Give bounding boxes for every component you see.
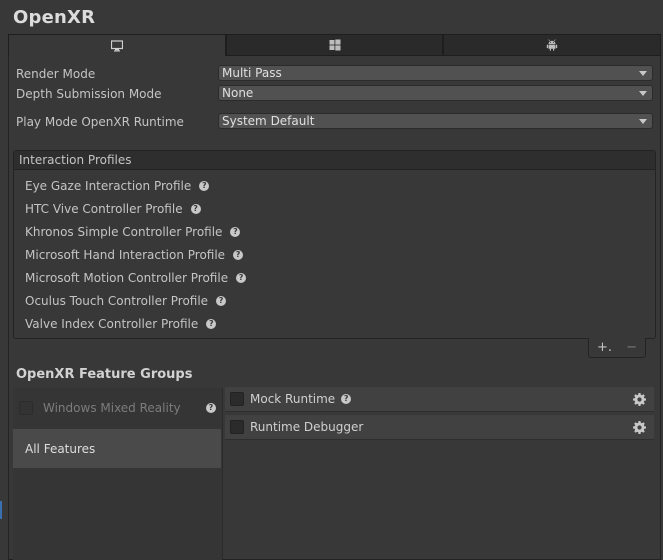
render-mode-label: Render Mode [16, 67, 96, 81]
list-item[interactable]: Microsoft Hand Interaction Profile ? [25, 248, 244, 262]
profile-label: Eye Gaze Interaction Profile [25, 179, 192, 193]
help-icon[interactable]: ? [216, 296, 227, 306]
help-icon[interactable]: ? [190, 204, 201, 214]
mock-runtime-checkbox[interactable] [230, 392, 244, 406]
android-icon [546, 39, 558, 51]
feature-group-item: Windows Mixed Reality ? [13, 396, 222, 420]
help-icon[interactable]: ? [233, 250, 244, 260]
tab-desktop[interactable] [8, 34, 226, 56]
chevron-down-icon [639, 71, 647, 76]
profile-label: Microsoft Hand Interaction Profile [25, 248, 226, 262]
all-features-item[interactable]: All Features [13, 429, 221, 468]
platform-tabs [8, 34, 662, 56]
feature-label: Mock Runtime [250, 392, 336, 406]
selection-edge-marker [0, 501, 2, 519]
gear-icon[interactable] [633, 393, 646, 406]
page-title: OpenXR [13, 7, 96, 28]
list-item[interactable]: HTC Vive Controller Profile ? [25, 202, 201, 216]
feature-row: Mock Runtime ? [225, 387, 654, 412]
list-item[interactable]: Microsoft Motion Controller Profile ? [25, 271, 247, 285]
list-item[interactable]: Valve Index Controller Profile ? [25, 317, 217, 331]
chevron-down-icon [639, 119, 647, 124]
help-icon[interactable]: ? [199, 181, 210, 191]
render-mode-value: Multi Pass [222, 66, 282, 80]
add-button[interactable]: +. [597, 340, 612, 355]
tab-windows[interactable] [225, 34, 444, 56]
profile-label: Oculus Touch Controller Profile [25, 294, 209, 308]
profile-label: Khronos Simple Controller Profile [25, 225, 223, 239]
feature-label: Runtime Debugger [250, 420, 364, 434]
help-icon[interactable]: ? [341, 394, 352, 404]
remove-button[interactable]: − [626, 340, 637, 355]
depth-submission-label: Depth Submission Mode [16, 87, 162, 101]
profile-label: Valve Index Controller Profile [25, 317, 199, 331]
list-item[interactable]: Eye Gaze Interaction Profile ? [25, 179, 210, 193]
feature-groups-title: OpenXR Feature Groups [16, 367, 193, 382]
profile-label: HTC Vive Controller Profile [25, 202, 183, 216]
play-mode-runtime-value: System Default [222, 114, 315, 128]
interaction-profiles-header: Interaction Profiles [14, 151, 655, 170]
play-mode-runtime-dropdown[interactable]: System Default [218, 113, 653, 129]
play-mode-runtime-label: Play Mode OpenXR Runtime [16, 115, 184, 129]
depth-submission-value: None [222, 86, 254, 100]
list-item[interactable]: Oculus Touch Controller Profile ? [25, 294, 227, 308]
help-icon[interactable]: ? [206, 319, 217, 329]
help-icon[interactable]: ? [230, 227, 241, 237]
tab-android[interactable] [443, 34, 662, 56]
gear-icon[interactable] [633, 421, 646, 434]
chevron-down-icon [639, 91, 647, 96]
depth-submission-dropdown[interactable]: None [218, 85, 653, 101]
feature-row: Runtime Debugger [225, 415, 654, 440]
profile-label: Microsoft Motion Controller Profile [25, 271, 229, 285]
desktop-icon [110, 39, 123, 51]
windows-icon [329, 39, 340, 51]
help-icon[interactable]: ? [206, 403, 216, 413]
help-icon[interactable]: ? [236, 273, 247, 283]
list-add-remove-footer: +. − [588, 338, 646, 358]
checkbox [19, 401, 33, 415]
list-item[interactable]: Khronos Simple Controller Profile ? [25, 225, 241, 239]
render-mode-dropdown[interactable]: Multi Pass [218, 65, 653, 81]
runtime-debugger-checkbox[interactable] [230, 420, 244, 434]
feature-group-label: Windows Mixed Reality [43, 401, 181, 415]
